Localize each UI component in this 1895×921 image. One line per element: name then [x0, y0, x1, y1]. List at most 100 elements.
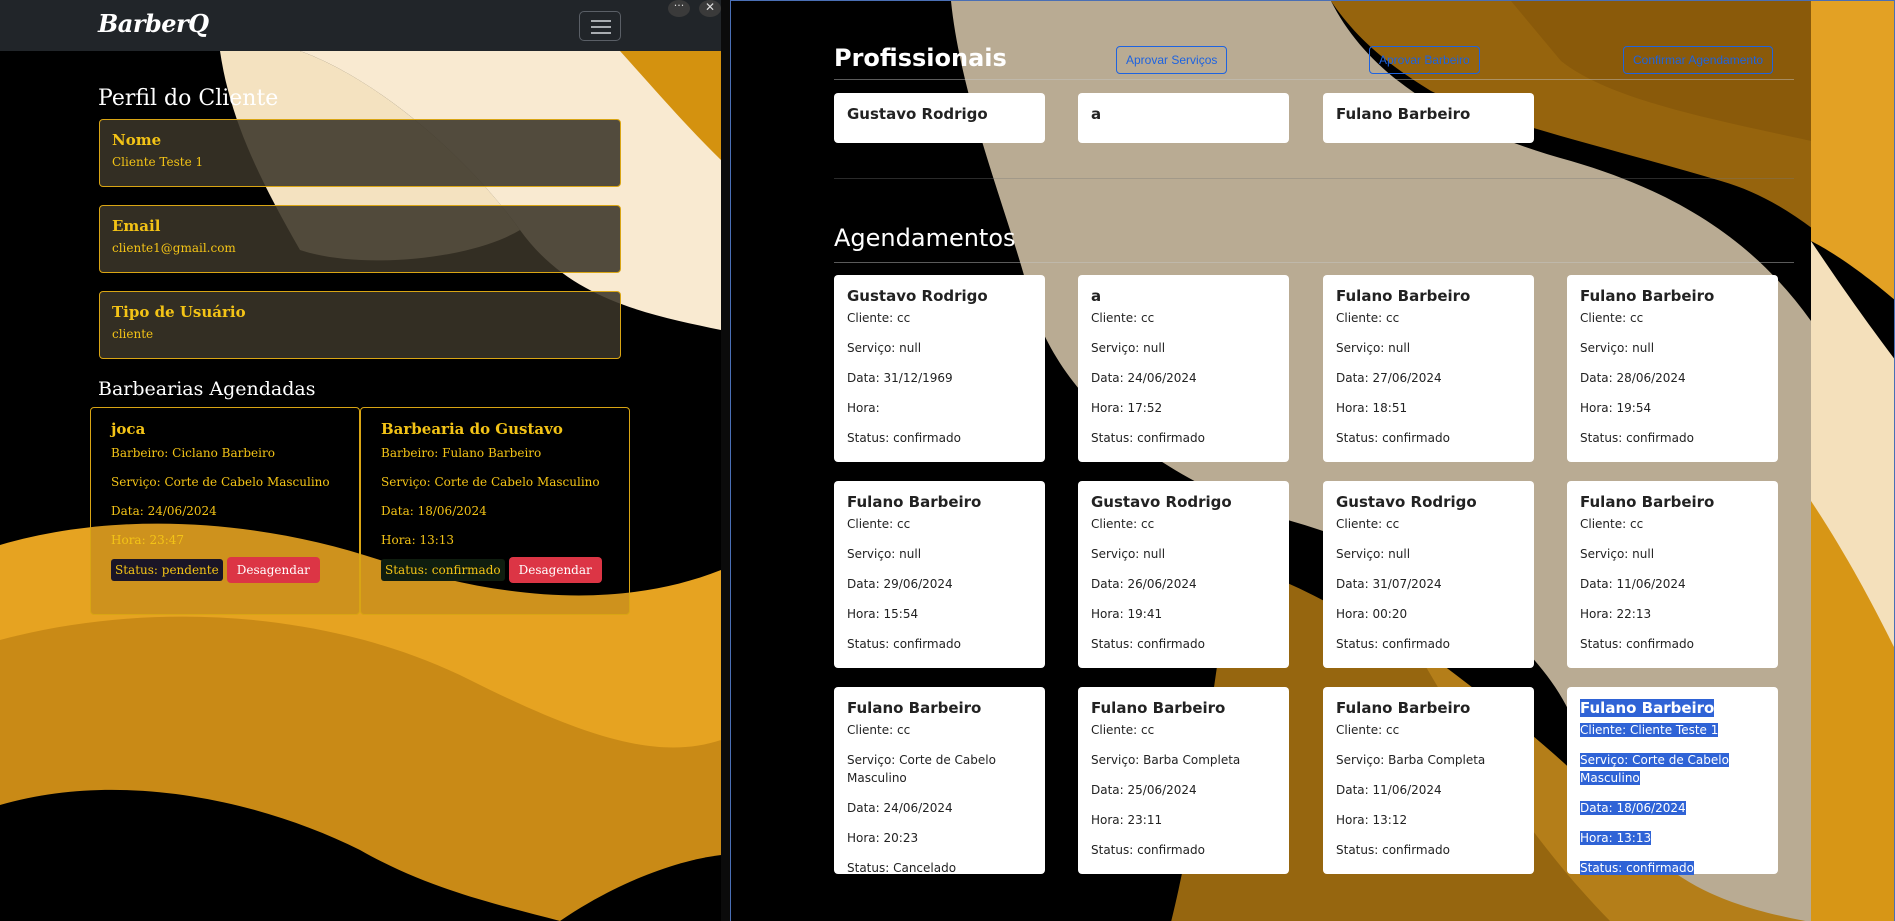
agendamento-data: Data: 18/06/2024: [1580, 799, 1765, 817]
agendamento-barbeiro-text: Gustavo Rodrigo: [1091, 493, 1232, 511]
agendamento-servico: Serviço: null: [1580, 545, 1765, 563]
agendamento-cliente: Cliente: cc: [847, 515, 1032, 533]
admin-window: Profissionais Aprovar Serviços Aprovar B…: [730, 0, 1895, 921]
agendamento-status-text: Status: confirmado: [1091, 431, 1205, 445]
agendamento-card[interactable]: Gustavo Rodrigo Cliente: cc Serviço: null D…: [1078, 481, 1289, 668]
agendamento-hora-text: Hora: 20:23: [847, 831, 919, 845]
agendamento-card[interactable]: a Cliente: cc Serviço: null Data: 24/06/202…: [1078, 275, 1289, 462]
field-label: Email: [112, 217, 161, 235]
agendamento-card[interactable]: Fulano Barbeiro Cliente: cc Serviço: null D…: [1323, 275, 1534, 462]
desagendar-button[interactable]: Desagendar: [508, 557, 602, 583]
agendamento-servico-text: Serviço: null: [1091, 547, 1166, 561]
agendamento-hora-text: Hora: 17:52: [1091, 401, 1163, 415]
agendamento-cliente-text: Cliente: cc: [1580, 311, 1644, 325]
agendamento-servico: Serviço: Barba Completa: [1336, 751, 1521, 769]
agendamento-card[interactable]: Gustavo Rodrigo Cliente: cc Serviço: null D…: [1323, 481, 1534, 668]
desagendar-button[interactable]: Desagendar: [226, 557, 320, 583]
booking-barber: Barbeiro: Ciclano Barbeiro: [111, 446, 275, 460]
field-label: Tipo de Usuário: [112, 303, 246, 321]
agendamento-status: Status: confirmado: [1091, 635, 1276, 653]
agendamento-status-text: Status: confirmado: [847, 431, 961, 445]
agendamento-servico-text: Serviço: null: [1336, 341, 1411, 355]
agendamento-card[interactable]: Fulano Barbeiro Cliente: cc Serviço: null D…: [1567, 481, 1778, 668]
profissional-card[interactable]: a: [1078, 93, 1289, 143]
agendamento-card[interactable]: Fulano Barbeiro Cliente: cc Serviço: Barba…: [1323, 687, 1534, 874]
agendamento-hora: Hora: 17:52: [1091, 399, 1276, 417]
agendamento-cliente: Cliente: cc: [1091, 309, 1276, 327]
agendamento-servico: Serviço: Corte de Cabelo Masculino: [1580, 751, 1765, 787]
agendamento-cliente-text: Cliente: cc: [847, 311, 911, 325]
agendamento-hora-text: Hora: 19:54: [1580, 401, 1652, 415]
agendamento-data: Data: 11/06/2024: [1580, 575, 1765, 593]
agendamento-status: Status: confirmado: [1336, 635, 1521, 653]
agendamento-status-text: Status: confirmado: [1580, 431, 1694, 445]
agendamento-servico: Serviço: null: [1580, 339, 1765, 357]
agendamento-servico: Serviço: null: [1091, 339, 1276, 357]
aprovar-barbeiro-button[interactable]: Aprovar Barbeiro: [1369, 46, 1480, 74]
agendamento-card[interactable]: Fulano Barbeiro Cliente: Cliente Teste 1 S…: [1567, 687, 1778, 875]
agendamento-status-text: Status: confirmado: [1580, 637, 1694, 651]
agendamento-status: Status: confirmado: [1580, 635, 1765, 653]
agendamento-barbeiro-text: Fulano Barbeiro: [1336, 287, 1471, 305]
agendamento-status: Status: confirmado: [1091, 429, 1276, 447]
agendamento-cliente-text: Cliente: cc: [1580, 517, 1644, 531]
agendamento-cliente: Cliente: cc: [1580, 515, 1765, 533]
agendamento-cliente-text: Cliente: cc: [1336, 517, 1400, 531]
agendamento-hora: Hora: 13:13: [1580, 829, 1765, 847]
agendamento-hora: Hora: 22:13: [1580, 605, 1765, 623]
profissional-card[interactable]: Gustavo Rodrigo: [834, 93, 1045, 143]
agendamento-card[interactable]: Fulano Barbeiro Cliente: cc Serviço: Corte…: [834, 687, 1045, 875]
booking-actions: Status: confirmado Desagendar: [381, 557, 609, 583]
profile-field-nome: Nome Cliente Teste 1: [99, 119, 621, 187]
agendamento-card[interactable]: Gustavo Rodrigo Cliente: cc Serviço: null D…: [834, 275, 1045, 462]
profissional-card[interactable]: Fulano Barbeiro: [1323, 93, 1534, 143]
field-value: Cliente Teste 1: [112, 155, 204, 169]
agendamento-servico: Serviço: Corte de Cabelo Masculino: [847, 751, 1032, 787]
agendamento-data: Data: 24/06/2024: [847, 799, 1032, 817]
agendamento-status: Status: confirmado: [1336, 429, 1521, 447]
agendamento-data: Data: 29/06/2024: [847, 575, 1032, 593]
agendamento-hora-text: Hora: 13:12: [1336, 813, 1408, 827]
agendamento-cliente-text: Cliente: cc: [1091, 723, 1155, 737]
booking-service: Serviço: Corte de Cabelo Masculino: [381, 475, 600, 489]
agendamento-status: Status: confirmado: [847, 635, 1032, 653]
agendamento-hora: Hora: 18:51: [1336, 399, 1521, 417]
agendamento-card[interactable]: Fulano Barbeiro Cliente: cc Serviço: Barba…: [1078, 687, 1289, 874]
agendamento-status-text: Status: confirmado: [1580, 861, 1694, 875]
agendamento-servico-text: Serviço: Barba Completa: [1091, 753, 1241, 767]
agendamento-barbeiro-text: Fulano Barbeiro: [1580, 287, 1715, 305]
agendamento-servico-text: Serviço: Barba Completa: [1336, 753, 1486, 767]
agendamento-barbeiro: Gustavo Rodrigo: [1336, 493, 1521, 511]
agendamento-status: Status: confirmado: [847, 429, 1032, 447]
agendamento-cliente: Cliente: cc: [1091, 515, 1276, 533]
agendamento-data-text: Data: 27/06/2024: [1336, 371, 1442, 385]
divider: [834, 178, 1794, 179]
agendamento-barbeiro-text: Gustavo Rodrigo: [1336, 493, 1477, 511]
agendamento-data: Data: 25/06/2024: [1091, 781, 1276, 799]
agendamento-status-text: Status: confirmado: [1091, 843, 1205, 857]
agendamento-data: Data: 31/12/1969: [847, 369, 1032, 387]
agendamento-status-text: Status: confirmado: [1336, 843, 1450, 857]
agendamento-servico-text: Serviço: null: [1336, 547, 1411, 561]
agendamento-cliente: Cliente: cc: [1580, 309, 1765, 327]
confirmar-agendamento-button[interactable]: Confirmar Agendamento: [1623, 46, 1774, 74]
agendamento-cliente-text: Cliente: cc: [1091, 311, 1155, 325]
agendamento-barbeiro-text: a: [1091, 287, 1102, 305]
more-options-icon[interactable]: ···: [668, 0, 690, 17]
agendamento-cliente: Cliente: cc: [847, 721, 1032, 739]
admin-content: Profissionais Aprovar Serviços Aprovar B…: [731, 1, 1894, 921]
booking-date: Data: 24/06/2024: [111, 504, 217, 518]
agendamento-barbeiro: Fulano Barbeiro: [847, 699, 1032, 717]
agendamento-card[interactable]: Fulano Barbeiro Cliente: cc Serviço: null D…: [834, 481, 1045, 668]
booking-date: Data: 18/06/2024: [381, 504, 487, 518]
aprovar-servicos-button[interactable]: Aprovar Serviços: [1116, 46, 1228, 74]
agendamento-barbeiro: Gustavo Rodrigo: [1091, 493, 1276, 511]
agendamento-servico-text: Serviço: null: [847, 341, 922, 355]
booking-shop-name: Barbearia do Gustavo: [381, 420, 563, 438]
agendamentos-title: Agendamentos: [834, 224, 1016, 252]
agendamento-status: Status: confirmado: [1336, 841, 1521, 859]
client-profile-window: BarberQ Perfil do Cliente Nome Cliente T…: [0, 0, 721, 921]
agendamento-cliente-text: Cliente: Cliente Teste 1: [1580, 723, 1719, 737]
close-icon[interactable]: ✕: [699, 0, 721, 17]
agendamento-card[interactable]: Fulano Barbeiro Cliente: cc Serviço: null D…: [1567, 275, 1778, 462]
